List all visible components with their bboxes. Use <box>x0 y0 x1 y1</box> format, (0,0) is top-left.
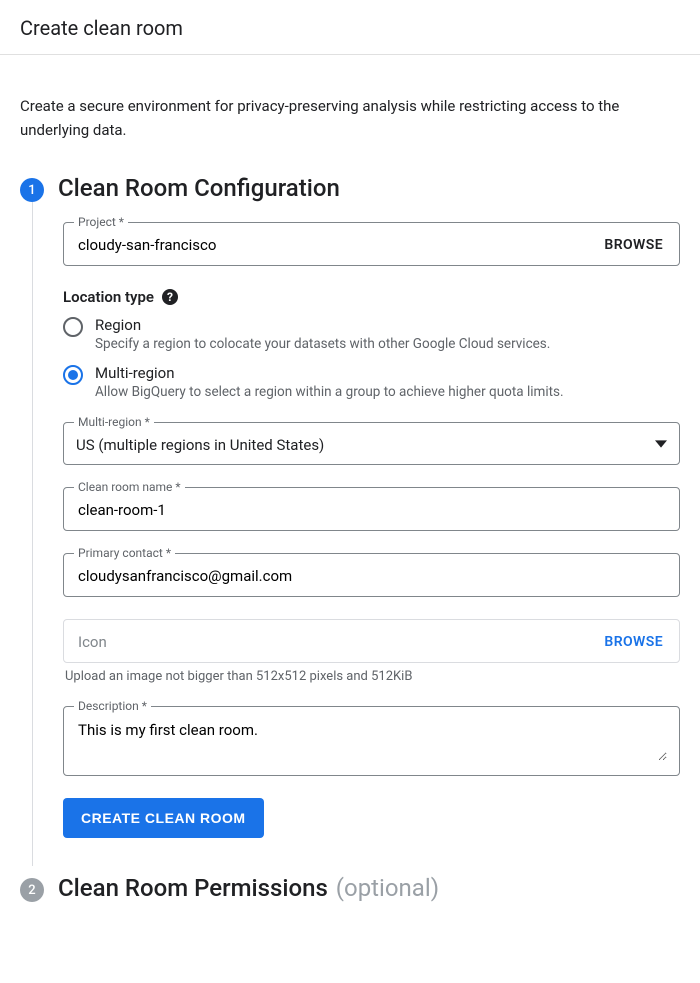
clean-room-name-input[interactable] <box>76 500 667 520</box>
icon-input[interactable] <box>76 632 592 652</box>
radio-multiregion-desc: Allow BigQuery to select a region within… <box>95 384 564 400</box>
page-title: Create clean room <box>20 16 680 40</box>
multiregion-select[interactable]: Multi-region * US (multiple regions in U… <box>63 422 680 465</box>
description-field[interactable]: Description * This is my first clean roo… <box>63 706 680 776</box>
project-field[interactable]: Project * BROWSE <box>63 222 680 266</box>
location-type-text: Location type <box>63 288 154 306</box>
location-type-group: Location type ? Region Specify a region … <box>63 288 680 400</box>
clean-room-name-label: Clean room name * <box>74 480 185 494</box>
step-2-header[interactable]: 2 Clean Room Permissions (optional) <box>20 874 680 902</box>
step-2-badge: 2 <box>20 878 44 902</box>
primary-contact-group: Primary contact * <box>63 553 680 597</box>
radio-region-circle <box>63 317 83 337</box>
radio-multiregion-title: Multi-region <box>95 364 564 382</box>
radio-region-desc: Specify a region to colocate your datase… <box>95 336 550 352</box>
icon-helper: Upload an image not bigger than 512x512 … <box>65 669 678 684</box>
multiregion-label: Multi-region * <box>74 415 154 429</box>
step-2-title-text: Clean Room Permissions <box>58 874 328 902</box>
project-browse-button[interactable]: BROWSE <box>600 235 667 255</box>
radio-multiregion[interactable]: Multi-region Allow BigQuery to select a … <box>63 364 680 400</box>
help-icon[interactable]: ? <box>162 289 178 305</box>
primary-contact-input[interactable] <box>76 566 667 586</box>
intro-text: Create a secure environment for privacy-… <box>20 94 680 142</box>
radio-region-title: Region <box>95 316 550 334</box>
step-2-optional: (optional) <box>336 874 439 902</box>
radio-multiregion-circle <box>63 365 83 385</box>
page-header: Create clean room <box>0 0 700 55</box>
content: Create a secure environment for privacy-… <box>0 55 700 942</box>
radio-region[interactable]: Region Specify a region to colocate your… <box>63 316 680 352</box>
step-1-header: 1 Clean Room Configuration <box>20 174 680 202</box>
step-1-title: Clean Room Configuration <box>58 174 340 202</box>
radio-multiregion-dot <box>68 370 78 380</box>
project-input[interactable] <box>76 235 592 255</box>
project-field-group: Project * BROWSE <box>63 222 680 266</box>
chevron-down-icon <box>655 435 667 454</box>
icon-field[interactable]: BROWSE <box>63 619 680 663</box>
description-label: Description * <box>74 699 151 713</box>
location-type-label: Location type ? <box>63 288 680 306</box>
primary-contact-field[interactable]: Primary contact * <box>63 553 680 597</box>
clean-room-name-field[interactable]: Clean room name * <box>63 487 680 531</box>
description-input[interactable]: This is my first clean room. <box>76 719 667 761</box>
create-clean-room-button[interactable]: CREATE CLEAN ROOM <box>63 798 264 838</box>
project-label: Project * <box>74 215 128 229</box>
primary-contact-label: Primary contact * <box>74 546 175 560</box>
step-1-badge: 1 <box>20 178 44 202</box>
icon-browse-button[interactable]: BROWSE <box>600 632 667 652</box>
multiregion-field-group: Multi-region * US (multiple regions in U… <box>63 422 680 465</box>
multiregion-value: US (multiple regions in United States) <box>76 436 655 454</box>
description-group: Description * This is my first clean roo… <box>63 706 680 776</box>
icon-field-group: BROWSE Upload an image not bigger than 5… <box>63 619 680 684</box>
step-1-body: Project * BROWSE Location type ? Region … <box>32 202 680 866</box>
clean-room-name-group: Clean room name * <box>63 487 680 531</box>
step-2-title: Clean Room Permissions (optional) <box>58 874 439 902</box>
